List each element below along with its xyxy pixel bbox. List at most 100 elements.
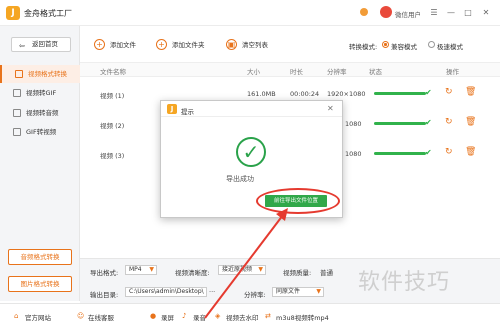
audio-convert-button[interactable]: 音频格式转换 bbox=[8, 249, 72, 265]
convert-icon: ⇄ bbox=[265, 312, 271, 320]
progress-bar bbox=[374, 122, 426, 125]
quality-value[interactable]: 普通 bbox=[320, 267, 333, 277]
mode-compat-label[interactable]: 兼容模式 bbox=[391, 41, 417, 51]
row-name: 视频 (2) bbox=[100, 122, 125, 130]
row-resolution: 1920×1080 bbox=[327, 90, 366, 98]
app-title: 金舟格式工厂 bbox=[24, 9, 72, 18]
format-select[interactable]: MP4 ▼ bbox=[125, 265, 157, 275]
col-duration: 时长 bbox=[290, 68, 303, 76]
clear-list-button[interactable]: ▣ 清空列表 bbox=[226, 38, 268, 52]
image-convert-button[interactable]: 图片格式转换 bbox=[8, 276, 72, 292]
output-dir-input[interactable]: C:\Users\admin\Desktop\ bbox=[125, 287, 207, 297]
col-resolution: 分辨率 bbox=[327, 68, 347, 76]
row-name: 视频 (3) bbox=[100, 152, 125, 160]
col-name: 文件名称 bbox=[100, 68, 126, 76]
col-status: 状态 bbox=[369, 68, 382, 76]
refresh-icon[interactable]: ↻ bbox=[445, 147, 453, 157]
audio-record-link[interactable]: ♪ 录音 bbox=[182, 312, 206, 322]
clear-icon: ▣ bbox=[226, 39, 237, 50]
dropdown-arrow-icon: ▼ bbox=[316, 288, 321, 295]
mode-fast-label[interactable]: 极速模式 bbox=[437, 41, 463, 51]
progress-bar bbox=[374, 92, 426, 95]
close-icon[interactable]: ✕ bbox=[481, 8, 491, 17]
col-size: 大小 bbox=[247, 68, 260, 76]
add-file-button[interactable]: + 添加文件 bbox=[94, 38, 136, 52]
done-check-icon: ✔ bbox=[425, 118, 432, 127]
online-support-link[interactable]: ☺ 在线客服 bbox=[77, 312, 114, 322]
format-label: 导出格式: bbox=[90, 269, 119, 277]
app-logo-icon: J bbox=[167, 104, 177, 114]
dropdown-arrow-icon: ▼ bbox=[258, 266, 263, 273]
dialog-title: 提示 bbox=[181, 108, 194, 116]
audio-icon bbox=[13, 109, 21, 117]
sidebar-item-label: 视频转GIF bbox=[26, 89, 57, 97]
clarity-label: 视频清晰度: bbox=[175, 269, 210, 277]
watermark-icon: ◈ bbox=[215, 312, 221, 320]
footer-label: m3u8视频转mp4 bbox=[276, 314, 329, 322]
home-icon: ⌂ bbox=[14, 312, 19, 320]
footer-label: 录屏 bbox=[161, 314, 174, 322]
menu-icon[interactable]: ☰ bbox=[429, 8, 439, 17]
format-value: MP4 bbox=[129, 266, 142, 273]
row-resolution: 1080 bbox=[345, 150, 362, 158]
watermark-text: 软件技巧 bbox=[358, 270, 451, 295]
browse-dir-button[interactable]: ··· bbox=[209, 288, 215, 296]
sidebar-item-video-convert[interactable]: 视频格式转换 bbox=[0, 65, 80, 83]
sidebar-item-gif-video[interactable]: GIF转视频 bbox=[0, 123, 80, 141]
remove-watermark-link[interactable]: ◈ 视频去水印 bbox=[215, 312, 259, 322]
resolution-label: 分辨率: bbox=[244, 291, 266, 299]
avatar[interactable] bbox=[380, 6, 392, 18]
screen-record-link[interactable]: ● 录屏 bbox=[150, 312, 174, 322]
delete-icon[interactable]: 🗑 bbox=[465, 147, 476, 157]
output-dir-value: C:\Users\admin\Desktop\ bbox=[129, 288, 204, 295]
resolution-value: 同原文件 bbox=[276, 288, 301, 295]
back-home-button[interactable]: ⇦ 返回首页 bbox=[11, 37, 71, 52]
footer-label: 录音 bbox=[193, 314, 206, 322]
sidebar-item-video-audio[interactable]: 视频转音频 bbox=[0, 104, 80, 122]
plus-icon: + bbox=[156, 39, 167, 50]
footer-label: 视频去水印 bbox=[226, 314, 259, 322]
user-name[interactable]: 微信用户 bbox=[395, 9, 421, 19]
minimize-icon[interactable]: — bbox=[446, 8, 456, 17]
m3u8-convert-link[interactable]: ⇄ m3u8视频转mp4 bbox=[265, 312, 329, 322]
progress-bar bbox=[374, 152, 426, 155]
row-duration: 00:00:24 bbox=[290, 90, 320, 98]
dialog-message: 导出成功 bbox=[226, 175, 254, 183]
dialog-close-icon[interactable]: ✕ bbox=[327, 104, 334, 113]
refresh-icon[interactable]: ↻ bbox=[445, 87, 453, 97]
sidebar-item-label: 视频格式转换 bbox=[28, 70, 67, 78]
sidebar-item-video-gif[interactable]: 视频转GIF bbox=[0, 84, 80, 102]
clear-list-label: 清空列表 bbox=[242, 41, 268, 49]
delete-icon[interactable]: 🗑 bbox=[465, 87, 476, 97]
highlight-ellipse bbox=[256, 188, 340, 214]
row-resolution: 1080 bbox=[345, 120, 362, 128]
plus-icon: + bbox=[94, 39, 105, 50]
clarity-value: 接近原视频 bbox=[222, 266, 253, 273]
sidebar-item-label: GIF转视频 bbox=[26, 128, 57, 136]
footer-label: 官方网站 bbox=[25, 314, 51, 322]
chat-icon: ☺ bbox=[77, 312, 85, 320]
clarity-select[interactable]: 接近原视频 ▼ bbox=[218, 265, 266, 275]
video-icon bbox=[15, 70, 23, 78]
resolution-select[interactable]: 同原文件 ▼ bbox=[272, 287, 324, 297]
row-name: 视频 (1) bbox=[100, 92, 125, 100]
delete-icon[interactable]: 🗑 bbox=[465, 117, 476, 127]
maximize-icon[interactable]: □ bbox=[463, 8, 473, 17]
official-site-link[interactable]: ⌂ 官方网站 bbox=[14, 312, 51, 322]
vip-badge-icon[interactable] bbox=[360, 8, 368, 16]
mode-fast-radio[interactable] bbox=[428, 41, 435, 48]
mode-compat-radio[interactable] bbox=[382, 41, 389, 48]
sidebar-item-label: 视频转音频 bbox=[26, 109, 59, 117]
back-arrow-icon: ⇦ bbox=[19, 42, 25, 50]
done-check-icon: ✔ bbox=[425, 148, 432, 157]
refresh-icon[interactable]: ↻ bbox=[445, 117, 453, 127]
mic-icon: ♪ bbox=[182, 312, 187, 320]
output-dir-label: 输出目录: bbox=[90, 291, 119, 299]
gif-video-icon bbox=[13, 128, 21, 136]
add-folder-label: 添加文件夹 bbox=[172, 41, 205, 49]
done-check-icon: ✔ bbox=[425, 88, 432, 97]
title-bar bbox=[0, 0, 500, 26]
app-logo-icon: J bbox=[6, 6, 20, 20]
success-check-icon: ✓ bbox=[236, 137, 266, 167]
add-folder-button[interactable]: + 添加文件夹 bbox=[156, 38, 205, 52]
